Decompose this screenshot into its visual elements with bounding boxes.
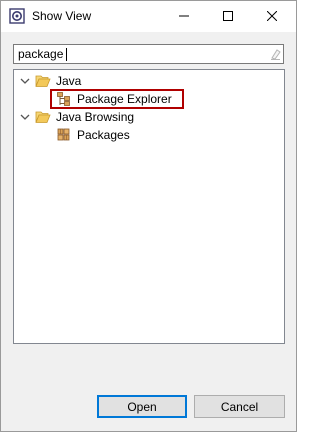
show-view-dialog: Show View package Java Package Explorer … — [0, 0, 297, 432]
filter-input[interactable] — [14, 45, 266, 63]
close-button[interactable] — [250, 1, 294, 31]
folder-open-icon — [35, 111, 51, 123]
folder-open-icon — [35, 75, 51, 87]
tree-item-label: Packages — [77, 128, 130, 142]
open-button[interactable]: Open — [97, 395, 187, 418]
tree-item-java[interactable]: Java — [20, 72, 81, 90]
close-icon — [267, 11, 277, 21]
eclipse-app-icon — [9, 8, 25, 24]
maximize-button[interactable] — [206, 1, 250, 31]
packages-icon — [57, 128, 70, 141]
window-title: Show View — [32, 9, 92, 23]
cancel-button[interactable]: Cancel — [194, 395, 285, 418]
chevron-down-icon[interactable] — [20, 112, 30, 122]
filter-field[interactable] — [13, 44, 284, 64]
tree-item-label: Java Browsing — [56, 110, 135, 124]
tree-item-java-browsing[interactable]: Java Browsing — [20, 108, 134, 126]
view-tree[interactable]: Java Package Explorer Java Browsing Pack… — [13, 69, 285, 344]
tree-item-packages[interactable]: Packages — [56, 126, 130, 144]
package-explorer-icon — [57, 92, 70, 106]
tree-item-label: Package Explorer — [77, 92, 172, 106]
minimize-button[interactable] — [162, 1, 206, 31]
clear-filter-icon[interactable] — [269, 48, 282, 61]
tree-item-package-explorer[interactable]: Package Explorer — [56, 90, 172, 108]
minimize-icon — [179, 15, 189, 17]
maximize-icon — [223, 11, 233, 21]
tree-item-label: Java — [56, 74, 82, 88]
text-caret — [66, 48, 67, 61]
title-bar[interactable]: Show View — [1, 1, 296, 32]
chevron-down-icon[interactable] — [20, 76, 30, 86]
